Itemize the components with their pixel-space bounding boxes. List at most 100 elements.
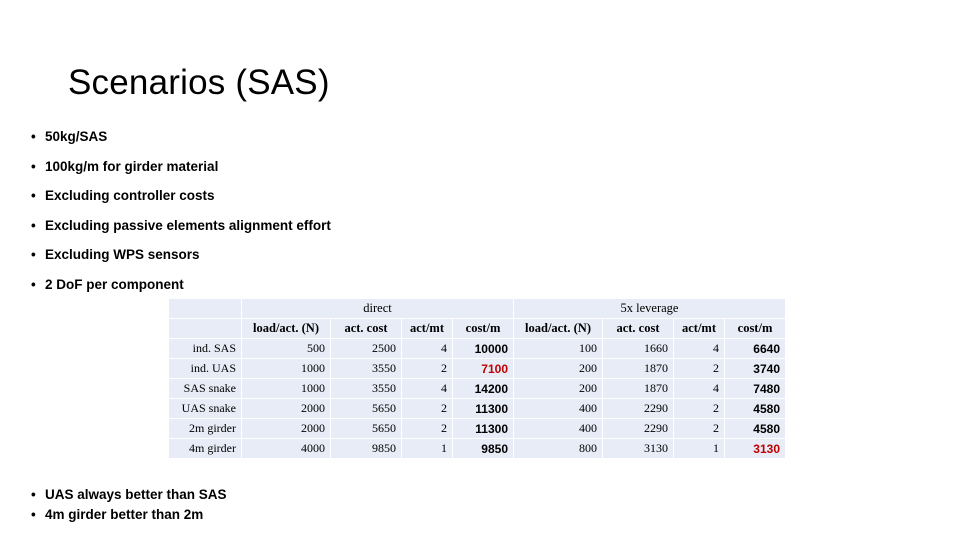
bullet-marker-icon: •	[31, 487, 36, 502]
table-column-header: load/act. (N)	[242, 319, 330, 338]
table-cell-leverage-cost-m: 4580	[725, 399, 785, 418]
table-cell-leverage-cost-m: 6640	[725, 339, 785, 358]
table-cell-leverage-load-act-n: 200	[514, 379, 602, 398]
table-column-header-blank	[169, 319, 241, 338]
assumption-item-label: 50kg/SAS	[45, 129, 108, 144]
table-cell-leverage-cost-m: 3130	[725, 439, 785, 458]
table-cell-direct-cost-m: 9850	[453, 439, 513, 458]
table-cell-leverage-act-cost: 1870	[603, 379, 673, 398]
assumption-item: • 100kg/m for girder material	[0, 152, 560, 182]
bullet-marker-icon: •	[31, 158, 36, 174]
table-cell-leverage-load-act-n: 200	[514, 359, 602, 378]
table-cell-direct-cost-m: 14200	[453, 379, 513, 398]
table-sub-header-row: load/act. (N) act. cost act/mt cost/m load/a…	[169, 319, 785, 338]
scenario-table-container: direct 5x leverage load/act. (N) act. cost…	[168, 298, 786, 459]
table-cell-direct-act-cost: 2500	[331, 339, 401, 358]
table-row: 2m girder 2000 5650 2 11300 400 2290 2 4580	[169, 419, 785, 438]
conclusion-item: • 4m girder better than 2m	[0, 505, 560, 525]
table-cell-leverage-act-mt: 2	[674, 399, 724, 418]
table-column-header: act/mt	[674, 319, 724, 338]
table-row-label: ind. SAS	[169, 339, 241, 358]
table-column-header: cost/m	[453, 319, 513, 338]
table-cell-direct-cost-m: 10000	[453, 339, 513, 358]
assumption-item: • Excluding WPS sensors	[0, 240, 560, 270]
table-cell-direct-act-mt: 2	[402, 359, 452, 378]
bullet-marker-icon: •	[31, 188, 36, 203]
table-cell-direct-cost-m: 11300	[453, 399, 513, 418]
table-cell-direct-act-cost: 9850	[331, 439, 401, 458]
scenario-table: direct 5x leverage load/act. (N) act. cost…	[168, 298, 786, 459]
assumption-item-label: 2 DoF per component	[45, 276, 184, 292]
table-column-header: act. cost	[331, 319, 401, 338]
table-body: ind. SAS 500 2500 4 10000 100 1660 4 6640 ind. UA…	[169, 339, 785, 458]
assumption-item-label: Excluding controller costs	[45, 188, 215, 203]
table-cell-direct-act-mt: 2	[402, 419, 452, 438]
table-cell-leverage-cost-m: 7480	[725, 379, 785, 398]
assumptions-list: • 50kg/SAS • 100kg/m for girder material • Ex…	[0, 122, 560, 299]
table-cell-leverage-act-cost: 1660	[603, 339, 673, 358]
table-row: ind. SAS 500 2500 4 10000 100 1660 4 6640	[169, 339, 785, 358]
table-row-label: ind. UAS	[169, 359, 241, 378]
table-column-header: act. cost	[603, 319, 673, 338]
table-cell-leverage-act-mt: 2	[674, 359, 724, 378]
table-cell-leverage-act-mt: 4	[674, 379, 724, 398]
assumption-item-label: 100kg/m for girder material	[45, 158, 219, 174]
table-cell-direct-act-cost: 3550	[331, 359, 401, 378]
table-column-header: cost/m	[725, 319, 785, 338]
table-cell-direct-load-act-n: 1000	[242, 379, 330, 398]
table-cell-direct-load-act-n: 1000	[242, 359, 330, 378]
table-group-header-5x-leverage: 5x leverage	[514, 299, 785, 318]
table-cell-leverage-load-act-n: 400	[514, 399, 602, 418]
table-cell-leverage-act-cost: 2290	[603, 419, 673, 438]
conclusion-item: • UAS always better than SAS	[0, 485, 560, 505]
table-row-label: 2m girder	[169, 419, 241, 438]
assumption-item: • 2 DoF per component	[0, 270, 560, 300]
table-group-header-direct: direct	[242, 299, 513, 318]
assumption-item: • 50kg/SAS	[0, 122, 560, 152]
table-cell-leverage-act-mt: 4	[674, 339, 724, 358]
assumption-item: • Excluding controller costs	[0, 181, 560, 211]
table-column-header: act/mt	[402, 319, 452, 338]
table-cell-direct-load-act-n: 500	[242, 339, 330, 358]
table-cell-direct-load-act-n: 2000	[242, 419, 330, 438]
assumption-item-label: Excluding WPS sensors	[45, 247, 200, 262]
table-row: ind. UAS 1000 3550 2 7100 200 1870 2 3740	[169, 359, 785, 378]
table-cell-leverage-act-mt: 2	[674, 419, 724, 438]
table-cell-leverage-load-act-n: 400	[514, 419, 602, 438]
bullet-marker-icon: •	[31, 247, 36, 262]
page-title: Scenarios (SAS)	[68, 63, 330, 102]
table-cell-leverage-cost-m: 3740	[725, 359, 785, 378]
bullet-marker-icon: •	[31, 129, 36, 144]
conclusion-item-label: UAS always better than SAS	[45, 487, 227, 502]
table-cell-direct-act-cost: 3550	[331, 379, 401, 398]
table-row: UAS snake 2000 5650 2 11300 400 2290 2 4580	[169, 399, 785, 418]
table-cell-direct-act-mt: 1	[402, 439, 452, 458]
table-cell-leverage-act-cost: 3130	[603, 439, 673, 458]
table-head: direct 5x leverage load/act. (N) act. cost…	[169, 299, 785, 338]
table-row-label: UAS snake	[169, 399, 241, 418]
table-cell-leverage-load-act-n: 800	[514, 439, 602, 458]
table-cell-direct-cost-m: 7100	[453, 359, 513, 378]
table-cell-direct-cost-m: 11300	[453, 419, 513, 438]
table-cell-leverage-act-cost: 1870	[603, 359, 673, 378]
assumption-item: • Excluding passive elements alignment ef…	[0, 211, 560, 241]
table-cell-direct-act-mt: 4	[402, 339, 452, 358]
bullet-marker-icon: •	[31, 217, 36, 233]
table-row: 4m girder 4000 9850 1 9850 800 3130 1 3130	[169, 439, 785, 458]
conclusions-list: • UAS always better than SAS • 4m girder be…	[0, 485, 560, 525]
table-cell-leverage-act-cost: 2290	[603, 399, 673, 418]
table-column-header: load/act. (N)	[514, 319, 602, 338]
bullet-marker-icon: •	[31, 507, 36, 522]
table-row-label: SAS snake	[169, 379, 241, 398]
assumption-item-label: Excluding passive elements alignment eff…	[45, 217, 331, 233]
table-cell-leverage-act-mt: 1	[674, 439, 724, 458]
table-cell-leverage-load-act-n: 100	[514, 339, 602, 358]
table-group-header-blank	[169, 299, 241, 318]
table-cell-direct-act-mt: 4	[402, 379, 452, 398]
bullet-marker-icon: •	[31, 276, 36, 292]
table-cell-direct-load-act-n: 2000	[242, 399, 330, 418]
table-cell-direct-act-cost: 5650	[331, 419, 401, 438]
table-cell-leverage-cost-m: 4580	[725, 419, 785, 438]
table-group-header-row: direct 5x leverage	[169, 299, 785, 318]
table-cell-direct-load-act-n: 4000	[242, 439, 330, 458]
